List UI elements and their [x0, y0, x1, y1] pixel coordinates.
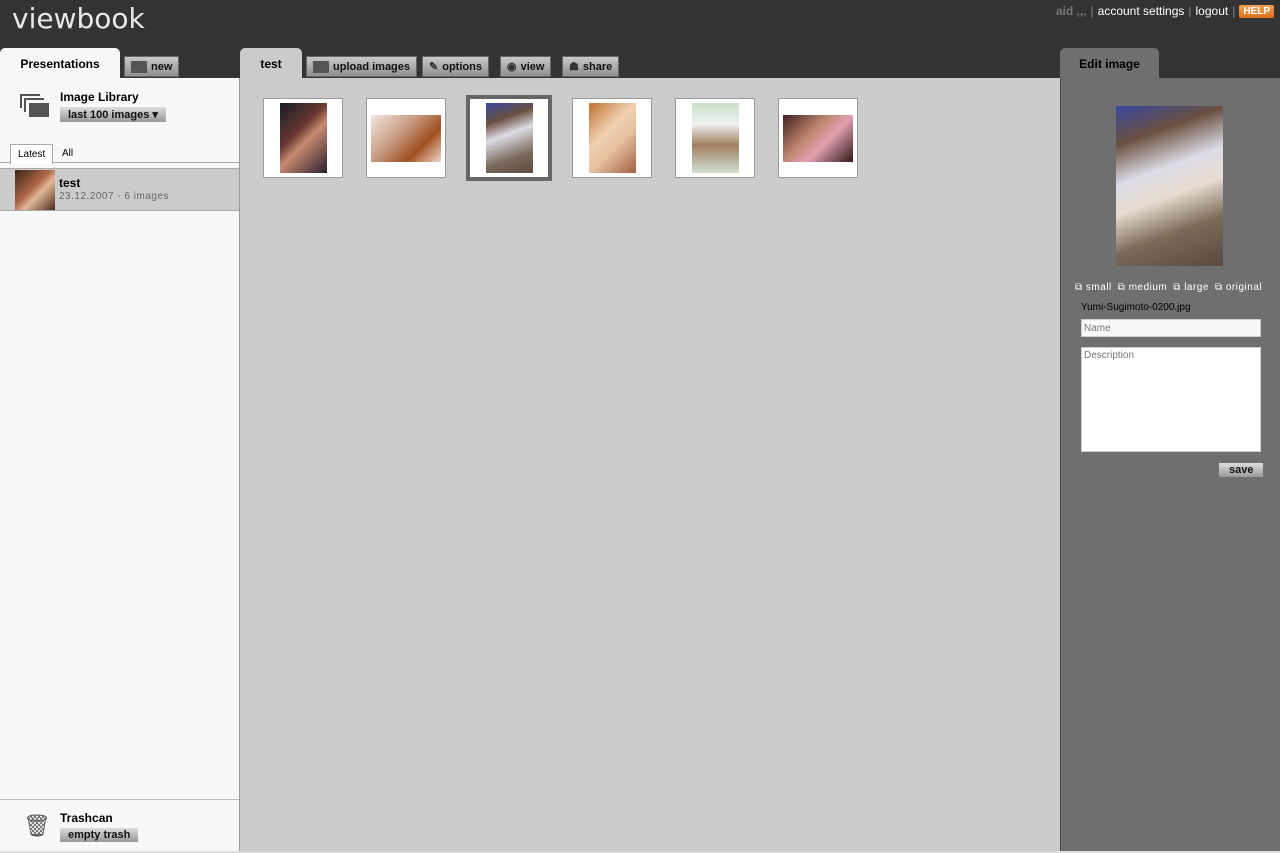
- options-button[interactable]: ✎ options: [422, 56, 489, 77]
- image-thumbnail[interactable]: [366, 98, 446, 178]
- viewbook-logo[interactable]: viewbook: [12, 2, 145, 35]
- image-thumbnail[interactable]: [675, 98, 755, 178]
- help-button[interactable]: HELP: [1239, 4, 1274, 18]
- folder-plus-icon: [131, 60, 147, 73]
- image-thumbnail[interactable]: [466, 95, 552, 181]
- thumbnail-photo: [691, 103, 739, 173]
- upload-icon: [313, 60, 329, 73]
- size-small-link[interactable]: ⧉ small: [1075, 282, 1112, 293]
- thumbnail-photo: [279, 103, 327, 173]
- thumbnail-photo: [485, 103, 533, 173]
- trashcan-title[interactable]: Trashcan: [60, 811, 113, 825]
- subtab-all[interactable]: All: [62, 148, 73, 159]
- selected-image-preview: [1116, 106, 1223, 266]
- image-library-icon: [20, 94, 50, 118]
- view-button[interactable]: ◉ view: [500, 56, 552, 77]
- save-button[interactable]: save: [1219, 463, 1264, 477]
- image-filename: Yumi-Sugimoto-0200.jpg: [1081, 302, 1191, 313]
- library-filter-dropdown[interactable]: last 100 images ▾: [60, 107, 166, 122]
- thumbnail-photo: [371, 114, 441, 162]
- thumbnail-photo: [783, 114, 853, 162]
- trashcan-icon: 🗑: [23, 813, 51, 838]
- pencil-icon: ✎: [429, 61, 439, 73]
- account-settings-link[interactable]: account settings: [1098, 4, 1185, 18]
- presentation-title: test: [59, 176, 81, 190]
- presentation-item[interactable]: test 23.12.2007 - 6 images: [0, 168, 239, 211]
- tab-edit-image[interactable]: Edit image: [1060, 48, 1159, 78]
- presentations-panel: Image Library last 100 images ▾ Latest A…: [0, 78, 240, 851]
- share-button[interactable]: ☗ share: [562, 56, 620, 77]
- name-input[interactable]: [1081, 319, 1261, 337]
- logout-link[interactable]: logout: [1196, 4, 1229, 18]
- image-thumbnail[interactable]: [572, 98, 652, 178]
- upload-images-button[interactable]: upload images: [306, 56, 418, 77]
- presentation-meta: 23.12.2007 - 6 images: [59, 191, 170, 202]
- new-presentation-button[interactable]: new: [124, 56, 180, 77]
- empty-trash-button[interactable]: empty trash: [60, 828, 139, 842]
- presentation-thumbnail: [15, 170, 55, 210]
- image-thumbnail[interactable]: [263, 98, 343, 178]
- thumbnail-photo: [588, 103, 636, 173]
- share-user-icon: ☗: [569, 61, 579, 73]
- image-thumbnail[interactable]: [778, 98, 858, 178]
- size-original-link[interactable]: ⧉ original: [1215, 282, 1262, 293]
- description-input[interactable]: [1081, 347, 1261, 452]
- size-large-link[interactable]: ⧉ large: [1173, 282, 1209, 293]
- size-links: ⧉ small ⧉ medium ⧉ large ⧉ original: [1075, 282, 1262, 293]
- eye-icon: ◉: [507, 61, 517, 73]
- tab-test[interactable]: test: [240, 48, 302, 78]
- tab-presentations[interactable]: Presentations: [0, 48, 120, 78]
- username: aid ,,,: [1055, 4, 1087, 18]
- edit-image-panel: ⧉ small ⧉ medium ⧉ large ⧉ original Yumi…: [1060, 78, 1280, 851]
- image-library-title[interactable]: Image Library: [60, 90, 139, 104]
- presentation-images-area: [240, 78, 1060, 851]
- top-links: aid ,,, | account settings | logout | HELP: [1056, 4, 1274, 18]
- subtab-latest[interactable]: Latest: [10, 144, 54, 164]
- size-medium-link[interactable]: ⧉ medium: [1118, 282, 1168, 293]
